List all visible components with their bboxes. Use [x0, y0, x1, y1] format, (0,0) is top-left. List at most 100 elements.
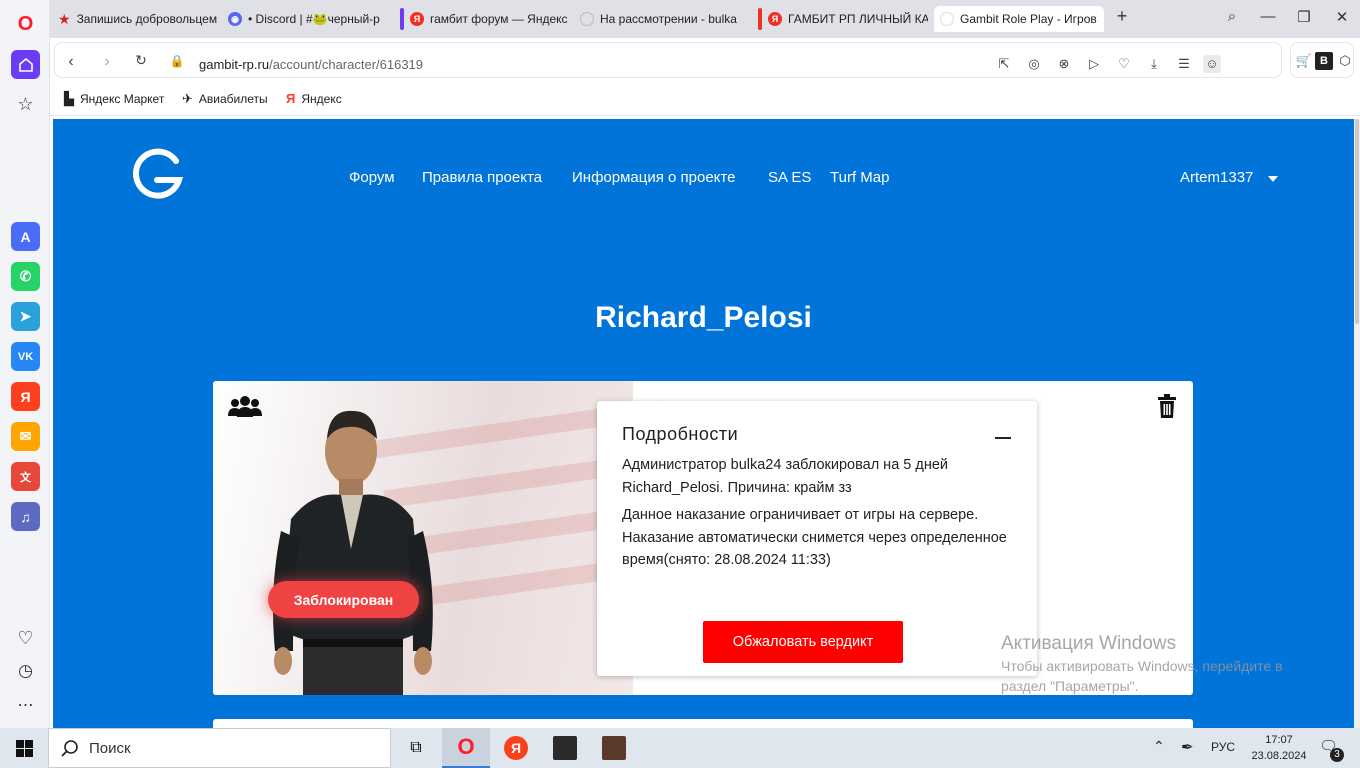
- nav-sa-es[interactable]: SA ES: [768, 169, 811, 186]
- start-button[interactable]: [0, 728, 48, 768]
- tab-5[interactable]: Я ГАМБИТ РП ЛИЧНЫЙ КА: [752, 6, 928, 32]
- adblock-icon[interactable]: ⊗: [1055, 55, 1073, 73]
- search-tabs-icon[interactable]: ⌕: [1220, 8, 1244, 25]
- bookmark-label: Яндекс: [301, 91, 342, 106]
- bookmarks-bar: ▙ Яндекс Маркет ✈ Авиабилеты Я Яндекс: [50, 82, 1360, 116]
- heart-icon[interactable]: ♡: [1115, 55, 1133, 73]
- search-icon: [61, 740, 78, 757]
- cube-icon[interactable]: ⬡: [1336, 52, 1354, 70]
- chevron-down-icon[interactable]: [1268, 176, 1278, 182]
- character-skin-image: [273, 410, 433, 695]
- yandex-icon: Я: [410, 12, 424, 26]
- task-view-icon[interactable]: ⧉: [392, 728, 440, 768]
- url-text[interactable]: gambit-rp.ru/account/character/616319: [199, 57, 423, 72]
- language-indicator[interactable]: РУС: [1211, 740, 1235, 754]
- bookmark-market[interactable]: ▙ Яндекс Маркет: [64, 91, 164, 107]
- game-app-icon[interactable]: [541, 728, 589, 768]
- aria-icon[interactable]: A: [11, 222, 40, 251]
- address-bar[interactable]: ‹ › ↻ 🔒 gambit-rp.ru/account/character/6…: [54, 42, 1282, 78]
- notifications-count: 3: [1330, 748, 1344, 762]
- bookmark-avia[interactable]: ✈ Авиабилеты: [182, 91, 268, 107]
- nav-turf-map[interactable]: Turf Map: [830, 169, 889, 186]
- vk-icon[interactable]: VK: [11, 342, 40, 371]
- scrollbar[interactable]: [1354, 119, 1360, 728]
- heart-icon[interactable]: ♡: [11, 624, 40, 653]
- taskbar-search[interactable]: Поиск: [48, 728, 391, 768]
- tab-group-marker: [400, 8, 404, 30]
- share-icon[interactable]: ⇱: [995, 55, 1013, 73]
- page-icon: [940, 12, 954, 26]
- windows-logo-icon: [15, 739, 33, 757]
- opera-sidebar: O ☆ A ✆ ➤ VK Я ✉ 文 ♫ ♡ ◷ ⋯: [0, 0, 50, 728]
- market-icon: ▙: [64, 91, 74, 106]
- lock-icon[interactable]: 🔒: [167, 54, 187, 68]
- back-button[interactable]: ‹: [61, 53, 81, 71]
- tab-title: Gambit Role Play - Игров: [960, 12, 1097, 26]
- restore-button[interactable]: ❐: [1292, 8, 1316, 26]
- player-icon[interactable]: ♫: [11, 502, 40, 531]
- b-extension-icon[interactable]: B: [1315, 52, 1333, 70]
- tab-title: • Discord | #🐸черный-р: [248, 12, 380, 26]
- extensions-group: 🛒 B ⬡: [1290, 42, 1354, 78]
- translate-icon[interactable]: 文: [11, 462, 40, 491]
- samp-app-icon[interactable]: [590, 728, 638, 768]
- details-ban-note: Данное наказание ограничивает от игры на…: [622, 507, 1007, 568]
- clock[interactable]: 17:07 23.08.2024: [1247, 732, 1311, 764]
- appeal-button[interactable]: Обжаловать вердикт: [703, 621, 903, 663]
- more-icon[interactable]: ⋯: [11, 690, 40, 719]
- yandex-icon[interactable]: Я: [11, 382, 40, 411]
- opera-taskbar-icon[interactable]: O: [442, 728, 490, 768]
- whatsapp-icon[interactable]: ✆: [11, 262, 40, 291]
- tab-1[interactable]: ★ Запишись добровольцем: [52, 6, 218, 32]
- bookmark-label: Яндекс Маркет: [80, 92, 165, 106]
- url-host: gambit-rp.ru: [199, 57, 270, 72]
- cart-icon[interactable]: 🛒: [1295, 52, 1313, 70]
- minimize-button[interactable]: —: [1256, 8, 1280, 25]
- settings-icon[interactable]: ☰: [1175, 55, 1193, 73]
- trash-icon[interactable]: [1157, 394, 1177, 418]
- forward-button[interactable]: ›: [97, 53, 117, 71]
- download-icon[interactable]: ⤓: [1145, 55, 1163, 73]
- new-tab-button[interactable]: +: [1110, 6, 1134, 27]
- search-placeholder: Поиск: [89, 740, 131, 757]
- tab-3[interactable]: Я гамбит форум — Яндекс: [394, 6, 570, 32]
- tab-2[interactable]: ◉ • Discord | #🐸черный-р: [222, 6, 384, 32]
- telegram-icon[interactable]: ➤: [11, 302, 40, 331]
- home-icon[interactable]: [11, 50, 40, 79]
- yandex-browser-taskbar-icon[interactable]: Я: [492, 728, 540, 768]
- opera-logo-icon[interactable]: O: [11, 10, 40, 39]
- tab-group-marker: [758, 8, 762, 30]
- camera-icon[interactable]: ◎: [1025, 55, 1043, 73]
- yandex-icon: Я: [768, 12, 782, 26]
- tab-6-active[interactable]: Gambit Role Play - Игров: [934, 6, 1104, 32]
- clock-time: 17:07: [1265, 734, 1293, 746]
- bookmark-yandex[interactable]: Я Яндекс: [286, 91, 342, 106]
- nav-forum[interactable]: Форум: [349, 169, 395, 186]
- mail-icon[interactable]: ✉: [11, 422, 40, 451]
- pen-icon[interactable]: ✒: [1181, 738, 1194, 756]
- windows-taskbar: Поиск ⧉ O Я ⌃ ✒ РУС 17:07 23.08.2024 🗨 3: [0, 728, 1360, 768]
- nav-rules[interactable]: Правила проекта: [422, 169, 542, 186]
- activation-watermark-title: Активация Windows: [1001, 633, 1177, 654]
- history-icon[interactable]: ◷: [11, 656, 40, 685]
- url-path: /account/character/616319: [269, 57, 424, 72]
- activation-watermark-text: Чтобы активировать Windows, перейдите в …: [1001, 658, 1283, 694]
- browser-window: O ☆ A ✆ ➤ VK Я ✉ 文 ♫ ♡ ◷ ⋯ ★ Запишись до…: [0, 0, 1360, 728]
- close-button[interactable]: ✕: [1330, 8, 1354, 26]
- collapse-icon[interactable]: [995, 437, 1011, 439]
- gambit-logo-icon[interactable]: [129, 147, 185, 203]
- tab-bar: ★ Запишись добровольцем ◉ • Discord | #🐸…: [50, 0, 1360, 38]
- plane-icon: ✈: [182, 91, 193, 106]
- play-icon[interactable]: ▷: [1085, 55, 1103, 73]
- user-menu[interactable]: Artem1337: [1180, 169, 1253, 186]
- scrollbar-thumb[interactable]: [1355, 119, 1359, 324]
- next-card: [213, 719, 1193, 728]
- star-bookmarks-icon[interactable]: ☆: [11, 90, 40, 119]
- tray-chevron-icon[interactable]: ⌃: [1153, 738, 1165, 755]
- profile-icon[interactable]: ☺: [1203, 55, 1221, 73]
- nav-info[interactable]: Информация о проекте: [572, 169, 735, 186]
- reload-button[interactable]: ↻: [131, 52, 151, 69]
- star-icon: ★: [58, 10, 71, 27]
- tab-4[interactable]: На рассмотрении - bulka: [574, 6, 738, 32]
- tab-title: На рассмотрении - bulka: [600, 12, 737, 26]
